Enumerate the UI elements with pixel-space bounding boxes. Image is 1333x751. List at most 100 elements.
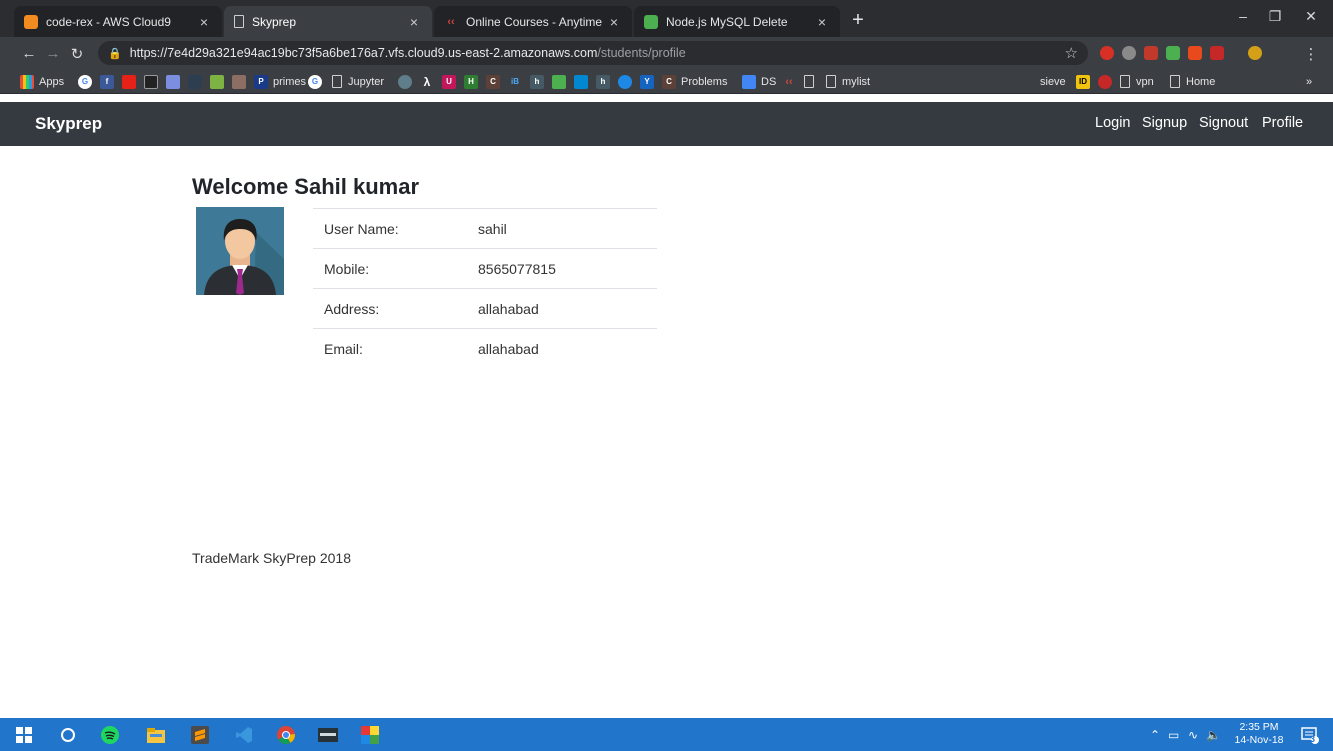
- nav-signout-link[interactable]: Signout: [1199, 115, 1248, 131]
- bookmark-icon[interactable]: [1098, 73, 1117, 90]
- bookmark-primes[interactable]: P primes: [254, 73, 306, 90]
- google-icon[interactable]: G: [308, 73, 327, 90]
- bookmark-label: primes: [273, 75, 307, 88]
- bookmark-sieve[interactable]: sieve: [1040, 73, 1066, 90]
- google-icon[interactable]: G: [78, 73, 97, 90]
- close-icon[interactable]: ×: [606, 14, 622, 30]
- extension-icon[interactable]: [1188, 46, 1202, 60]
- bookmark-icon[interactable]: [574, 73, 593, 90]
- w3-icon: [644, 14, 658, 29]
- bookmark-icon[interactable]: iB: [508, 73, 527, 90]
- tab-aws-cloud9[interactable]: code-rex - AWS Cloud9 ×: [14, 6, 222, 37]
- bookmark-icon[interactable]: [166, 73, 185, 90]
- system-clock[interactable]: 2:35 PM 14-Nov-18: [1224, 721, 1294, 747]
- tab-title: Node.js MySQL Delete: [666, 14, 788, 29]
- tab-nodejs-mysql[interactable]: Node.js MySQL Delete ×: [634, 6, 840, 37]
- show-hidden-icons-icon[interactable]: ⌃: [1150, 728, 1160, 742]
- reload-icon[interactable]: ↻: [68, 45, 86, 63]
- extension-icon[interactable]: [1166, 46, 1180, 60]
- close-icon[interactable]: ×: [814, 14, 830, 30]
- windows-start-icon[interactable]: [14, 725, 34, 745]
- bookmark-problems[interactable]: C Problems: [662, 73, 727, 90]
- back-icon[interactable]: ←: [20, 45, 38, 62]
- tab-skyprep[interactable]: Skyprep ×: [224, 6, 432, 37]
- bookmark-icon[interactable]: λ: [420, 73, 439, 90]
- tab-title: Online Courses - Anytime, Anywh: [466, 14, 602, 29]
- bookmark-label: Home: [1186, 75, 1216, 88]
- page-icon: [1170, 75, 1180, 88]
- bookmark-home[interactable]: Home: [1170, 73, 1215, 90]
- clock-time: 2:35 PM: [1239, 721, 1279, 733]
- bookmark-icon[interactable]: H: [464, 73, 483, 90]
- forward-icon[interactable]: →: [44, 45, 62, 62]
- browser-toolbar: ← → ↻ 🔒 https://7e4d29a321e94ac19bc73f5a…: [0, 37, 1333, 69]
- bookmark-icon[interactable]: Y: [640, 73, 659, 90]
- nav-signup-link[interactable]: Signup: [1142, 115, 1187, 131]
- bookmark-star-icon[interactable]: ☆: [1065, 44, 1078, 62]
- mysql-workbench-icon[interactable]: [318, 725, 338, 745]
- primes-icon: P: [254, 74, 268, 89]
- bookmark-icon[interactable]: [398, 73, 417, 90]
- bookmark-jupyter[interactable]: Jupyter: [332, 73, 384, 90]
- uva-icon[interactable]: U: [442, 73, 461, 90]
- user-avatar: [196, 207, 284, 295]
- restore-icon[interactable]: ❐: [1260, 8, 1290, 28]
- footer-text: TradeMark SkyPrep 2018: [192, 550, 351, 566]
- bookmark-apps[interactable]: Apps: [20, 73, 64, 90]
- battery-icon[interactable]: ▭: [1168, 728, 1179, 742]
- bookmark-icon[interactable]: [552, 73, 571, 90]
- bookmark-icon[interactable]: [144, 73, 163, 90]
- sublime-text-icon[interactable]: [190, 725, 210, 745]
- email-value: allahabad: [467, 328, 657, 369]
- extension-icon[interactable]: [1210, 46, 1224, 60]
- chrome-icon[interactable]: [276, 725, 296, 745]
- tab-title: code-rex - AWS Cloud9: [46, 14, 171, 29]
- menu-icon[interactable]: ⋮: [1302, 45, 1320, 63]
- bookmark-vpn[interactable]: vpn: [1120, 73, 1154, 90]
- address-bar[interactable]: 🔒 https://7e4d29a321e94ac19bc73f5a6be176…: [98, 41, 1088, 65]
- close-icon[interactable]: ×: [406, 14, 422, 30]
- table-row: Address: allahabad: [313, 288, 657, 329]
- nav-profile-link[interactable]: Profile: [1262, 115, 1303, 131]
- bookmark-icon[interactable]: [618, 73, 637, 90]
- extension-icon[interactable]: [1122, 46, 1136, 60]
- id-icon[interactable]: ID: [1076, 73, 1095, 90]
- youtube-icon[interactable]: [122, 73, 141, 90]
- bookmark-ds[interactable]: DS: [742, 73, 776, 90]
- bookmark-icon[interactable]: [210, 73, 229, 90]
- codechef-icon: C: [662, 74, 676, 89]
- wifi-icon[interactable]: ∿: [1188, 728, 1198, 742]
- welcome-heading: Welcome Sahil kumar: [192, 174, 420, 199]
- minimize-icon[interactable]: –: [1228, 8, 1258, 28]
- address-label: Address:: [313, 288, 467, 329]
- brand-logo[interactable]: Skyprep: [35, 114, 102, 134]
- bookmark-icon[interactable]: [232, 73, 251, 90]
- more-bookmarks-icon[interactable]: »: [1306, 73, 1312, 90]
- cortana-search-icon[interactable]: [58, 725, 78, 745]
- email-label: Email:: [313, 328, 467, 369]
- extension-icon[interactable]: [1100, 46, 1114, 60]
- bookmark-icon[interactable]: C: [486, 73, 505, 90]
- bookmark-icon[interactable]: [188, 73, 207, 90]
- vscode-icon[interactable]: [234, 725, 254, 745]
- profile-avatar-icon[interactable]: [1248, 46, 1262, 60]
- page-icon[interactable]: [804, 73, 820, 90]
- spotify-icon[interactable]: [100, 725, 120, 745]
- bookmark-icon[interactable]: h: [530, 73, 549, 90]
- close-window-icon[interactable]: ✕: [1296, 8, 1326, 28]
- bookmark-icon[interactable]: ‹‹: [782, 73, 801, 90]
- bookmark-mylist[interactable]: mylist: [826, 73, 870, 90]
- new-tab-button[interactable]: +: [846, 9, 870, 33]
- extension-icon[interactable]: [1144, 46, 1158, 60]
- nav-login-link[interactable]: Login: [1095, 115, 1130, 131]
- close-icon[interactable]: ×: [196, 14, 212, 30]
- bookmark-label: Jupyter: [348, 75, 385, 88]
- app-icon[interactable]: [360, 725, 380, 745]
- file-explorer-icon[interactable]: [146, 725, 166, 745]
- volume-muted-icon[interactable]: 🔈: [1206, 728, 1221, 742]
- bookmark-label: sieve: [1040, 75, 1066, 88]
- tab-online-courses[interactable]: ‹‹ Online Courses - Anytime, Anywh ×: [434, 6, 632, 37]
- facebook-icon[interactable]: f: [100, 73, 119, 90]
- mobile-value: 8565077815: [467, 248, 657, 289]
- bookmark-icon[interactable]: h: [596, 73, 615, 90]
